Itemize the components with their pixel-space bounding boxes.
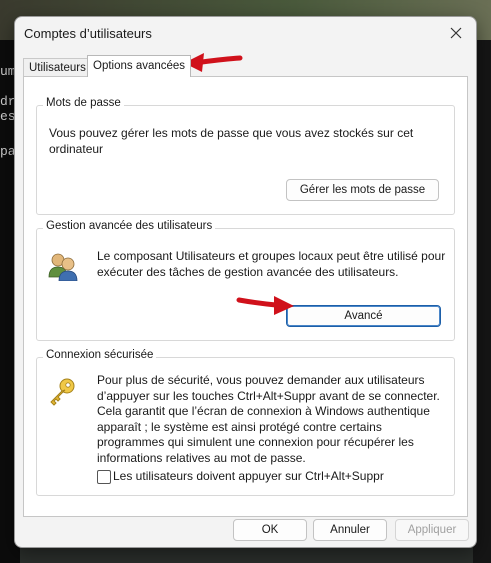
manage-passwords-button[interactable]: Gérer les mots de passe: [286, 179, 439, 201]
group-passwords: Mots de passe Vous pouvez gérer les mots…: [36, 97, 455, 215]
group-advanced-user-management: Gestion avancée des utilisateurs Le comp…: [36, 220, 455, 341]
users-group-icon: [48, 253, 78, 281]
close-icon: [450, 27, 462, 39]
ctrl-alt-del-label[interactable]: Les utilisateurs doivent appuyer sur Ctr…: [113, 469, 384, 483]
cancel-button[interactable]: Annuler: [313, 519, 387, 541]
tab-users[interactable]: Utilisateurs: [23, 58, 92, 77]
annotation-arrow-icon: [236, 296, 294, 315]
advanced-button[interactable]: Avancé: [286, 305, 441, 327]
key-icon: [50, 378, 75, 406]
passwords-description: Vous pouvez gérer les mots de passe que …: [49, 126, 414, 156]
group-label-advanced: Gestion avancée des utilisateurs: [43, 220, 216, 232]
user-accounts-dialog: Comptes d’utilisateurs Utilisateurs Opti…: [14, 16, 477, 548]
advanced-description: Le composant Utilisateurs et groupes loc…: [97, 249, 446, 279]
tab-advanced-options[interactable]: Options avancées: [87, 55, 192, 77]
secure-logon-description: Pour plus de sécurité, vous pouvez deman…: [97, 373, 440, 465]
group-secure-logon: Connexion sécurisée Pour plus de sécurit…: [36, 349, 455, 496]
title-bar[interactable]: Comptes d’utilisateurs: [15, 17, 476, 49]
window-title: Comptes d’utilisateurs: [24, 26, 152, 41]
close-button[interactable]: [436, 17, 476, 49]
ok-button[interactable]: OK: [233, 519, 307, 541]
group-label-passwords: Mots de passe: [43, 97, 124, 109]
apply-button[interactable]: Appliquer: [395, 519, 469, 541]
ctrl-alt-del-checkbox[interactable]: [97, 470, 111, 484]
group-label-secure-logon: Connexion sécurisée: [43, 349, 157, 361]
